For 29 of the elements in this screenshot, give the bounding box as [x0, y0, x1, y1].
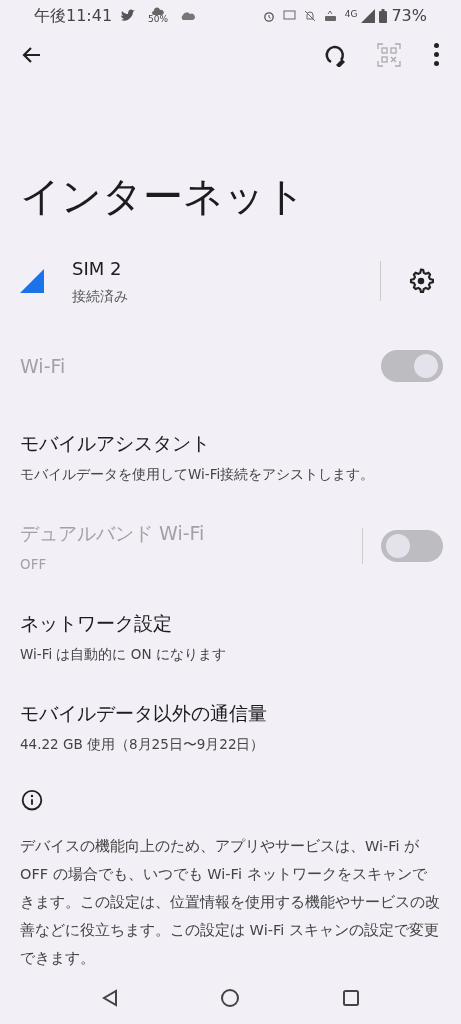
clock-time: 午後11:41 [34, 4, 113, 27]
setting-summary: モバイルデータを使用してWi-Fi接続をアシストします。 [20, 464, 376, 484]
info-text: デバイスの機能向上のため、アプリやサービスは、Wi-Fi が OFF の場合でも、いつでも Wi-Fi ネットワークをスキャンできます。この設定は、位置情報を使用する機能やサービスの改善などに役立ちます。この設定は Wi-Fi スキャンの設定で変更できます。 [20, 836, 441, 968]
home-nav-icon[interactable] [220, 987, 241, 1008]
setting-title[interactable]: モバイルアシスタント [20, 429, 461, 458]
screen-icon [282, 10, 296, 22]
back-nav-icon[interactable] [100, 988, 119, 1007]
setting-summary: 44.22 GB 使用（8月25日〜9月22日） [20, 734, 266, 754]
bird-icon [120, 8, 137, 23]
info-icon [20, 789, 44, 812]
page-title: インターネット [19, 172, 307, 222]
weather-percent: 50% [148, 15, 169, 25]
setting-summary: OFF [20, 554, 48, 574]
setting-summary: Wi-Fi は自動的に ON になります [20, 644, 227, 664]
cloud-icon [152, 7, 165, 16]
network-type: 4G [344, 8, 358, 21]
recents-nav-icon[interactable] [342, 988, 361, 1007]
battery-percent: 73% [391, 4, 427, 27]
signal-icon [361, 8, 376, 23]
sim-status: 接続済み [72, 286, 129, 306]
sim-name[interactable]: SIM 2 [72, 254, 380, 282]
signal-icon [20, 268, 44, 293]
battery-icon [379, 8, 388, 23]
setting-title[interactable]: モバイルデータ以外の通信量 [20, 699, 461, 728]
alarm-icon [262, 9, 275, 22]
bell-off-icon [303, 9, 316, 22]
setting-title[interactable]: ネットワーク設定 [20, 609, 461, 638]
cloud-icon [180, 11, 197, 20]
volte-icon [323, 9, 337, 22]
